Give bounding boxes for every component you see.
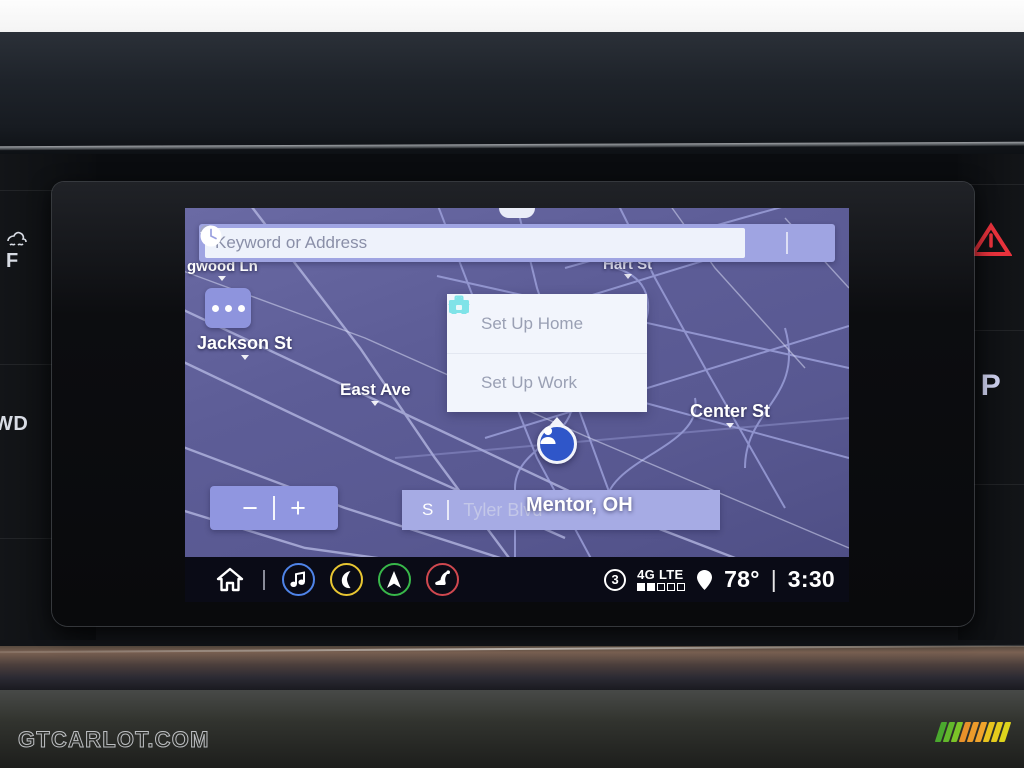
zoom-out-button[interactable]: −: [227, 493, 273, 524]
person-avatar-icon: [537, 424, 577, 464]
road-prefix-label: S: [422, 500, 434, 519]
switch-park-label: P: [980, 368, 1002, 402]
ellipsis-icon-dot: [237, 304, 245, 312]
clock-label: 3:30: [787, 566, 835, 592]
street-label-jackson: Jackson St: [197, 333, 292, 360]
system-bottom-bar: 3 4G LTE 78° | 3:30: [185, 557, 849, 602]
current-city-label: Mentor, OH: [526, 494, 633, 516]
signal-bar: [667, 583, 676, 591]
ellipsis-icon-dot: [211, 304, 219, 312]
switch-defrost-label: F: [6, 250, 19, 272]
vehicle-position-marker[interactable]: [537, 417, 577, 464]
ellipsis-icon-dot: [224, 304, 232, 312]
signal-bar: [677, 583, 686, 591]
set-up-work-row[interactable]: Set Up Work: [447, 295, 647, 412]
map-pin-icon: [697, 569, 713, 590]
temperature-label: 78°: [724, 566, 760, 592]
map-options-button[interactable]: [205, 288, 251, 328]
watermark-logo-icon: [934, 722, 1012, 742]
home-icon: [216, 567, 244, 592]
signal-bar: [637, 583, 646, 591]
hazard-triangle-icon: [970, 221, 1012, 256]
screen-top-notch: [499, 208, 535, 218]
image-top-border: [0, 0, 1024, 32]
status-separator: |: [770, 566, 777, 592]
switch-awd-label: WD: [0, 413, 29, 435]
road-divider: [447, 500, 450, 520]
status-badge: 3: [604, 568, 627, 591]
map-zoom-control[interactable]: − +: [210, 486, 338, 530]
set-up-home-row[interactable]: Set Up Home: [447, 294, 647, 353]
phone-icon: [341, 571, 350, 589]
music-note-icon: [290, 570, 305, 587]
search-bar-divider: [786, 232, 788, 254]
status-area: 3 4G LTE 78° | 3:30: [604, 566, 835, 593]
signal-bars: [637, 583, 686, 591]
comfort-ring: [425, 563, 459, 596]
nav-navigation-button[interactable]: [377, 563, 411, 597]
set-up-work-label: Set Up Work: [481, 373, 578, 392]
navigation-ring: [377, 563, 411, 596]
network-label: 4G LTE: [637, 567, 684, 582]
phone-ring: [329, 563, 363, 596]
nav-home-button[interactable]: [213, 563, 247, 597]
nav-phone-button[interactable]: [329, 563, 363, 597]
seat-icon: [434, 570, 450, 585]
bottom-nav-icons: [213, 563, 459, 597]
signal-bar: [657, 583, 666, 591]
setup-destinations-panel: Set Up Home Set Up Work: [447, 294, 647, 412]
network-indicator: 4G LTE: [637, 567, 686, 591]
map-canvas[interactable]: gwood Ln Jackson St East Ave Hart St St …: [185, 208, 849, 557]
street-label-center: Center St: [690, 401, 770, 428]
navigation-arrow-icon: [387, 571, 401, 588]
site-watermark: GTCARLOT.COM: [18, 727, 210, 753]
dashboard-wood-trim: [0, 646, 1024, 690]
screenshot-stage: F WD P gwood Ln Jackson St East Ave Hart…: [0, 0, 1024, 768]
search-bar[interactable]: Keyword or Address: [199, 224, 835, 262]
zoom-in-button[interactable]: +: [275, 493, 321, 524]
search-input[interactable]: Keyword or Address: [200, 225, 745, 258]
street-label-east-ave: East Ave: [340, 380, 411, 406]
infotainment-display[interactable]: gwood Ln Jackson St East Ave Hart St St …: [185, 208, 849, 602]
media-ring: [281, 563, 315, 596]
zoom-divider: [273, 496, 275, 520]
nav-separator: [263, 569, 265, 590]
nav-media-button[interactable]: [281, 563, 315, 597]
nav-comfort-button[interactable]: [425, 563, 459, 597]
sim-count-label: 3: [611, 572, 619, 587]
dashboard-upper-panel: [0, 32, 1024, 154]
set-up-home-label: Set Up Home: [481, 313, 584, 333]
search-placeholder-text: Keyword or Address: [215, 233, 368, 252]
signal-bar: [647, 583, 656, 591]
defrost-icon: [7, 231, 27, 246]
clock-icon: [200, 225, 222, 247]
